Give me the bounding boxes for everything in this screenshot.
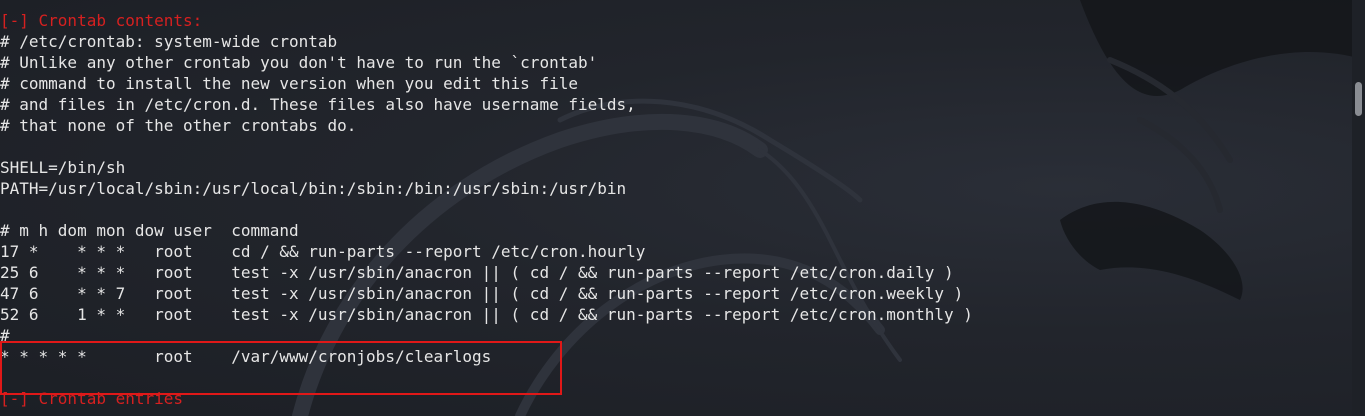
- output-line: 47 6 * * 7 root test -x /usr/sbin/anacro…: [0, 284, 964, 303]
- output-line: [0, 199, 973, 220]
- scrollbar[interactable]: [1352, 0, 1365, 416]
- output-line: # Unlike any other crontab you don't hav…: [0, 53, 598, 72]
- output-line: # m h dom mon dow user command: [0, 221, 299, 240]
- terminal-window: [-] Crontab contents: # /etc/crontab: sy…: [0, 0, 1365, 416]
- output-line: 17 * * * * root cd / && run-parts --repo…: [0, 242, 646, 261]
- output-line: SHELL=/bin/sh: [0, 158, 126, 177]
- output-line: 25 6 * * * root test -x /usr/sbin/anacro…: [0, 263, 954, 282]
- output-line: 52 6 1 * * root test -x /usr/sbin/anacro…: [0, 305, 973, 324]
- output-line: PATH=/usr/local/sbin:/usr/local/bin:/sbi…: [0, 179, 627, 198]
- section-header: [-] Crontab contents:: [0, 11, 203, 30]
- scrollbar-thumb[interactable]: [1355, 82, 1362, 116]
- output-line: [0, 136, 973, 157]
- output-line: # /etc/crontab: system-wide crontab: [0, 32, 338, 51]
- output-line: # and files in /etc/cron.d. These files …: [0, 95, 636, 114]
- output-line: # command to install the new version whe…: [0, 74, 578, 93]
- output-line: # that none of the other crontabs do.: [0, 116, 357, 135]
- highlight-box: [0, 341, 562, 395]
